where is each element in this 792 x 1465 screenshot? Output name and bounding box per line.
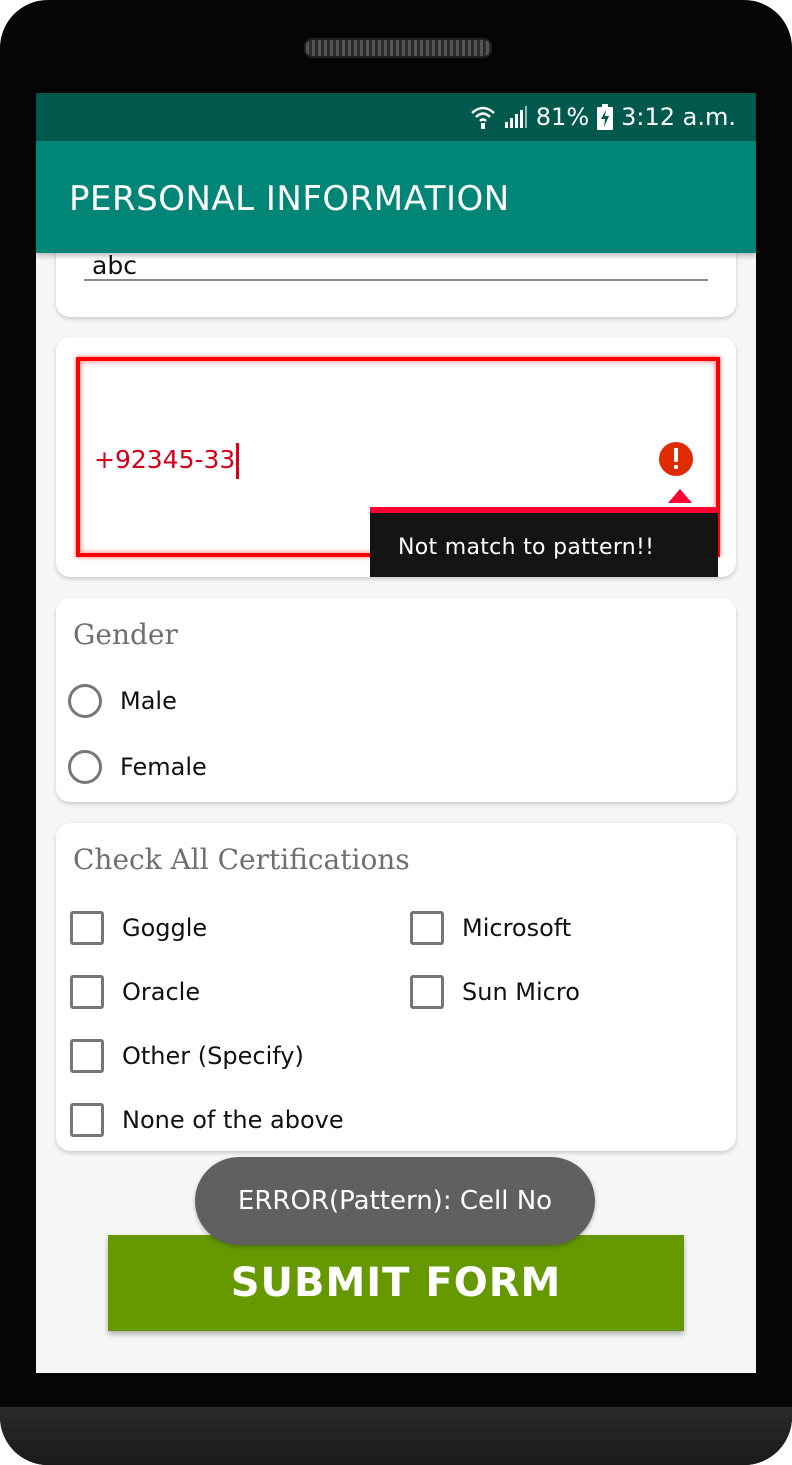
status-bar: 81% 3:12 a.m. (36, 93, 756, 141)
signal-icon (504, 105, 528, 129)
phone-frame: 81% 3:12 a.m. PERSONAL INFORMATION abc +… (0, 0, 792, 1465)
checkbox-icon[interactable] (410, 975, 444, 1009)
app-title: PERSONAL INFORMATION (69, 179, 510, 219)
speaker-grille (304, 38, 492, 58)
checkbox-label: Other (Specify) (122, 1042, 304, 1070)
checkbox-icon[interactable] (410, 911, 444, 945)
battery-percent: 81% (535, 103, 590, 131)
radio-male[interactable]: Male (68, 684, 177, 718)
radio-button-icon[interactable] (68, 684, 102, 718)
phone-bottom-bezel (0, 1407, 792, 1465)
submit-form-button[interactable]: SUBMIT FORM (108, 1235, 684, 1331)
checkbox-none-of-the-above[interactable]: None of the above (70, 1103, 344, 1137)
cell-number-value: +92345-33 (94, 443, 240, 479)
certifications-card: Check All Certifications Goggle Microsof… (56, 823, 736, 1151)
radio-button-icon[interactable] (68, 750, 102, 784)
error-popup: Not match to pattern!! (370, 507, 718, 577)
name-field-underline (84, 279, 708, 281)
checkbox-oracle[interactable]: Oracle (70, 975, 200, 1009)
app-bar: PERSONAL INFORMATION (36, 141, 756, 253)
screen: 81% 3:12 a.m. PERSONAL INFORMATION abc +… (36, 93, 756, 1373)
wifi-icon (470, 104, 496, 130)
checkbox-label: Goggle (122, 914, 208, 942)
radio-label: Female (120, 753, 207, 781)
checkbox-label: Microsoft (462, 914, 572, 942)
checkbox-microsoft[interactable]: Microsoft (410, 911, 571, 945)
checkbox-label: None of the above (122, 1106, 344, 1134)
text-cursor (236, 443, 240, 479)
checkbox-other[interactable]: Other (Specify) (70, 1039, 304, 1073)
checkbox-icon[interactable] (70, 911, 104, 945)
checkbox-goggle[interactable]: Goggle (70, 911, 207, 945)
checkbox-icon[interactable] (70, 1103, 104, 1137)
gender-card: Gender Male Female (56, 598, 736, 802)
checkbox-icon[interactable] (70, 975, 104, 1009)
checkbox-label: Oracle (122, 978, 201, 1006)
name-field[interactable]: abc (92, 251, 137, 280)
error-icon[interactable] (658, 441, 694, 477)
error-toast: ERROR(Pattern): Cell No (195, 1157, 595, 1245)
radio-label: Male (120, 687, 177, 715)
checkbox-sun-micro[interactable]: Sun Micro (410, 975, 580, 1009)
certifications-title: Check All Certifications (73, 843, 410, 876)
cell-number-text: +92345-33 (94, 445, 236, 474)
error-popup-pointer (668, 489, 692, 503)
status-time: 3:12 a.m. (621, 103, 736, 131)
checkbox-label: Sun Micro (462, 978, 580, 1006)
battery-charging-icon (597, 104, 614, 130)
radio-female[interactable]: Female (68, 750, 207, 784)
status-icons: 81% 3:12 a.m. (470, 101, 736, 133)
gender-title: Gender (73, 618, 178, 651)
checkbox-icon[interactable] (70, 1039, 104, 1073)
error-message: Not match to pattern!! (398, 535, 655, 560)
